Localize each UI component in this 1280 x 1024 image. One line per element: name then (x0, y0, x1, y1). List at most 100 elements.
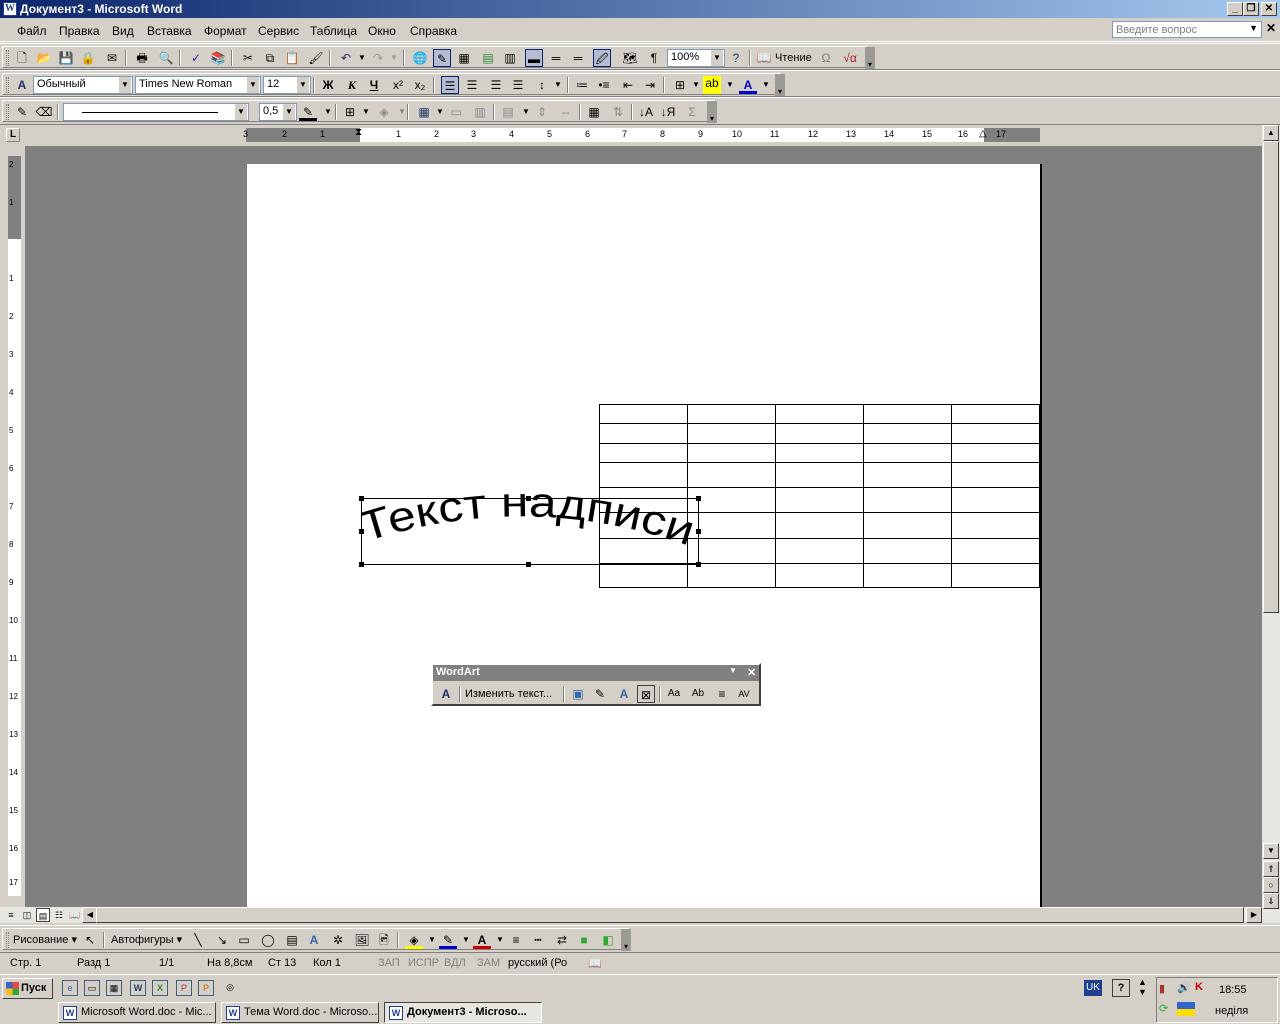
arrow-icon[interactable]: ↘ (213, 931, 231, 949)
research-icon[interactable]: 📚 (209, 49, 227, 67)
chevron-down-icon[interactable]: ▼ (119, 77, 131, 93)
omega-icon[interactable]: Ω (817, 49, 835, 67)
menu-insert[interactable]: Вставка (147, 24, 192, 38)
word-icon[interactable]: W (130, 980, 146, 996)
table-cell[interactable] (951, 538, 1040, 564)
insert-table-icon[interactable]: ▦ (455, 49, 473, 67)
paste-icon[interactable]: 📋 (283, 49, 301, 67)
shape-icon[interactable]: A (615, 685, 633, 703)
sort-descending-icon[interactable]: ↓Я (659, 103, 677, 121)
equation-icon[interactable]: √α (841, 49, 859, 67)
table-cell[interactable] (687, 462, 776, 488)
powerpoint-icon[interactable]: P (198, 980, 214, 996)
cut-icon[interactable]: ✂ (239, 49, 257, 67)
draw-table-icon[interactable]: ✎ (13, 103, 31, 121)
volume-icon[interactable]: 🔊 (1177, 981, 1191, 994)
toolbar-options-icon[interactable]: ▾ (621, 929, 631, 951)
font-combo[interactable]: Times New Roman ▼ (135, 76, 261, 94)
email-icon[interactable]: ✉ (103, 49, 121, 67)
table-cell[interactable] (775, 487, 864, 513)
font-size-combo[interactable]: 12 ▼ (263, 76, 311, 94)
chevron-down-icon[interactable]: ▼ (235, 104, 247, 120)
help-icon[interactable]: ? (1112, 979, 1130, 997)
border-color-icon[interactable]: ✎ (299, 103, 317, 121)
thick-line-icon[interactable]: ═ (569, 49, 587, 67)
wordart-object[interactable]: Текст надписи (361, 490, 699, 570)
line-weight-combo[interactable]: 0,5 ▼ (259, 103, 297, 121)
table-cell[interactable] (951, 512, 1040, 539)
line-style-icon[interactable]: ≡ (507, 931, 525, 949)
word-app-icon[interactable]: W (3, 2, 17, 16)
styles-icon[interactable]: A (13, 76, 31, 94)
internet-explorer-icon[interactable]: e (62, 980, 78, 996)
menu-table[interactable]: Таблица (310, 24, 357, 38)
align-right-icon[interactable]: ☰ (487, 76, 505, 94)
menu-file[interactable]: Файл (17, 24, 47, 38)
scroll-thumb[interactable] (96, 907, 1244, 923)
fill-color-icon[interactable]: ◈ (405, 931, 423, 949)
status-record[interactable]: ЗАП (378, 957, 400, 969)
toolbar-options-icon[interactable]: ▾ (775, 74, 785, 96)
wordart-toolbar-titlebar[interactable]: WordArt ▼ ✕ (433, 665, 759, 681)
numbering-icon[interactable]: ≔ (573, 76, 591, 94)
update-icon[interactable]: ⟳ (1159, 1002, 1168, 1015)
new-document-icon[interactable]: 🗋 (13, 49, 31, 67)
drawing-icon[interactable]: 🖉 (593, 49, 611, 67)
copy-icon[interactable]: ⧉ (261, 49, 279, 67)
select-objects-icon[interactable]: ↖ (81, 931, 99, 949)
vertical-ruler[interactable]: 2 1 1 2 3 4 5 6 7 8 9 10 11 12 13 14 15 … (6, 146, 23, 906)
line-style-icon[interactable]: ▬ (525, 49, 543, 67)
save-icon[interactable]: 💾 (57, 49, 75, 67)
horizontal-ruler[interactable]: L 3 2 1 ⧗ 1 2 3 4 5 6 7 8 9 10 11 12 13 … (0, 125, 1262, 146)
insert-excel-icon[interactable]: ▤ (479, 49, 497, 67)
menu-window[interactable]: Окно (368, 24, 396, 38)
chevron-down-icon[interactable]: ▼ (729, 666, 737, 675)
excel-icon[interactable]: X (152, 980, 168, 996)
insert-wordart-icon[interactable]: A (305, 931, 323, 949)
3d-style-icon[interactable]: ◧ (599, 931, 617, 949)
table-cell[interactable] (863, 538, 952, 564)
table-cell[interactable] (599, 443, 688, 463)
table-cell[interactable] (687, 404, 776, 424)
scroll-down-icon[interactable]: ▼ (1263, 843, 1279, 859)
reading-layout-icon[interactable]: 📖 (755, 49, 773, 67)
table-cell[interactable] (599, 462, 688, 488)
table-cell[interactable] (775, 512, 864, 539)
table-cell[interactable] (863, 462, 952, 488)
toolbar-grip[interactable] (6, 104, 9, 120)
next-page-icon[interactable]: ⇓ (1263, 893, 1279, 909)
taskbar-button-document3[interactable]: W Документ3 - Microso... (384, 1002, 542, 1023)
table-cell[interactable] (687, 423, 776, 444)
table-autoformat-icon[interactable]: ▦ (585, 103, 603, 121)
toolbar-grip[interactable] (6, 77, 9, 93)
text-direction-icon[interactable]: ⇅ (609, 103, 627, 121)
vertical-scrollbar[interactable]: ▲ ▼ ⇑ ○ ⇓ (1262, 125, 1280, 923)
network-icon[interactable]: ◎ (222, 980, 238, 996)
outline-view-icon[interactable]: ☷ (52, 908, 66, 922)
table-cell[interactable] (863, 563, 952, 588)
tray-app-icon[interactable]: ▮ (1159, 982, 1165, 995)
clip-art-icon[interactable]: 🖼 (353, 931, 371, 949)
redo-dropdown-icon[interactable]: ▼ (385, 49, 403, 67)
decrease-indent-icon[interactable]: ⇤ (619, 76, 637, 94)
desktop-icon[interactable]: ▭ (84, 980, 100, 996)
justify-icon[interactable]: ☰ (509, 76, 527, 94)
line-icon[interactable]: ╲ (189, 931, 207, 949)
wordart-insert-icon[interactable]: A (437, 685, 455, 703)
status-extend[interactable]: ВДЛ (444, 957, 466, 969)
table-cell[interactable] (599, 423, 688, 444)
edit-text-button[interactable]: Изменить текст... (465, 688, 552, 700)
table-cell[interactable] (863, 404, 952, 424)
align-cell-icon[interactable]: ▤ (499, 103, 517, 121)
table-cell[interactable] (951, 404, 1040, 424)
same-letter-heights-icon[interactable]: Aa (665, 685, 683, 703)
table-cell[interactable] (687, 563, 776, 588)
char-spacing-icon[interactable]: AV (735, 685, 753, 703)
tab-selector-button[interactable]: L (6, 128, 20, 142)
table-cell[interactable] (775, 563, 864, 588)
scroll-right-icon[interactable]: ▶ (1246, 907, 1262, 923)
spelling-icon[interactable]: ✓ (187, 49, 205, 67)
chevron-down-icon[interactable]: ▼ (297, 77, 309, 93)
table-cell[interactable] (951, 443, 1040, 463)
merge-cells-icon[interactable]: ▭ (447, 103, 465, 121)
